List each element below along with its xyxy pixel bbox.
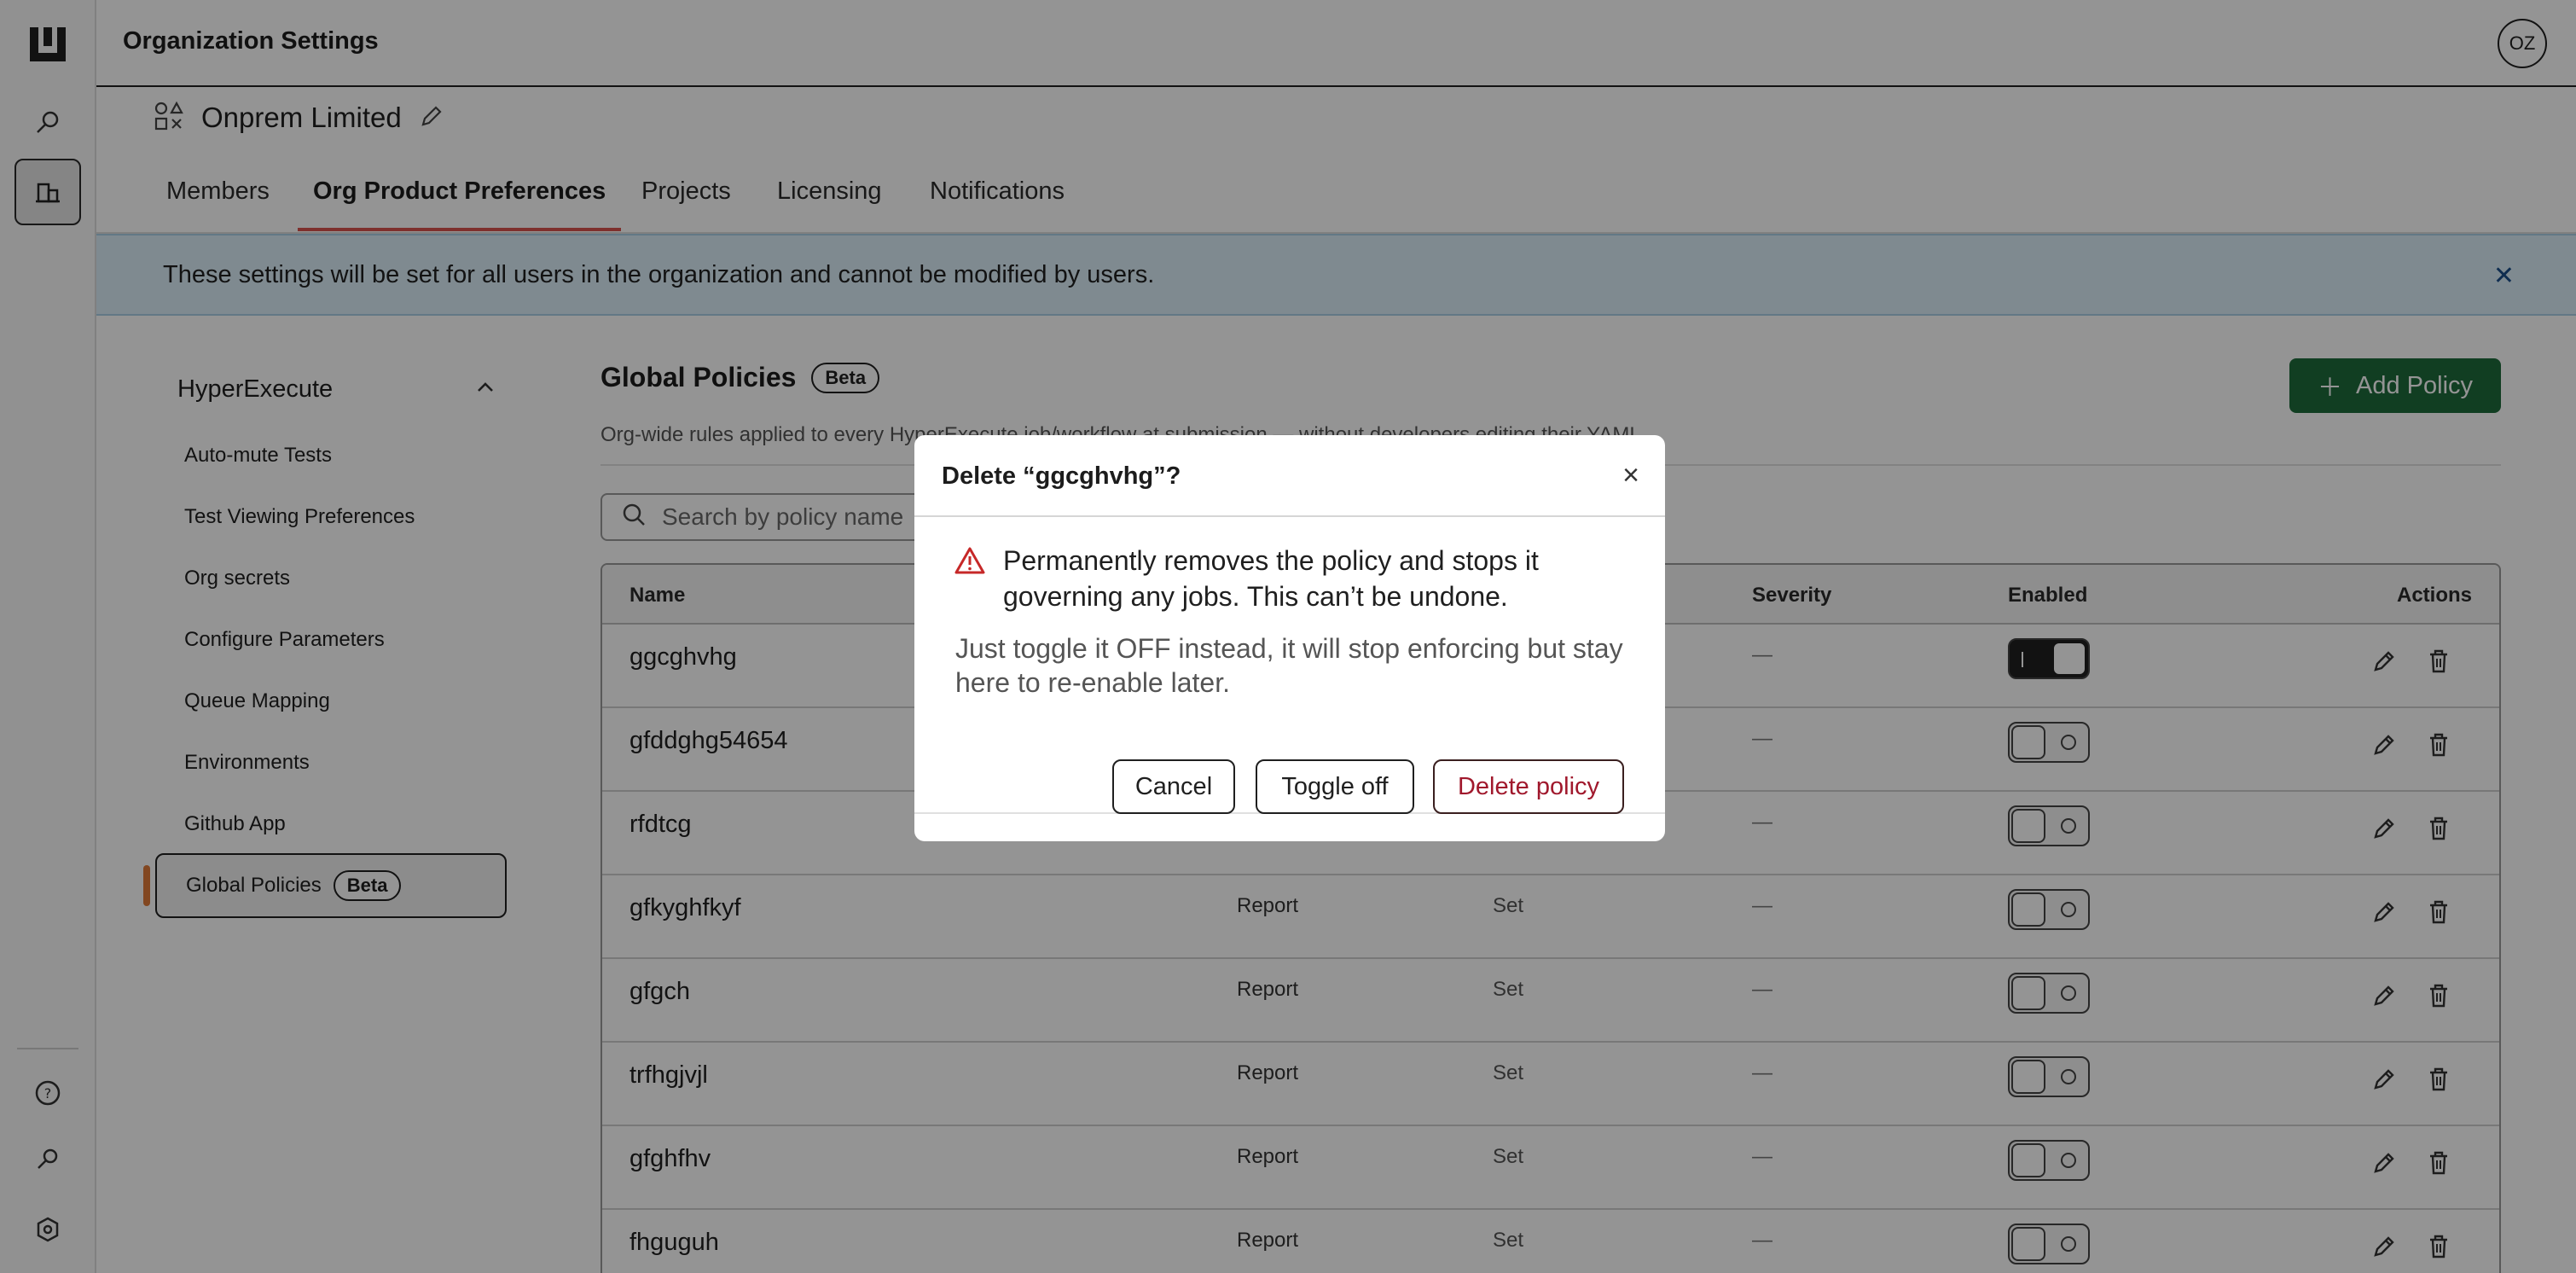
close-icon[interactable]: × [1622,459,1639,492]
warning-icon [954,546,986,579]
delete-policy-button[interactable]: Delete policy [1433,759,1624,814]
app-root: ? Organization Settings OZ Onprem Limite… [0,0,2576,1273]
dialog-header: Delete “ggcghvhg”? × [914,435,1665,517]
toggle-off-button[interactable]: Toggle off [1256,759,1414,814]
cancel-button[interactable]: Cancel [1112,759,1235,814]
delete-policy-dialog: Delete “ggcghvhg”? × Permanently removes… [914,435,1665,841]
dialog-hint-text: Just toggle it OFF instead, it will stop… [955,633,1623,698]
dialog-title: Delete “ggcghvhg”? [942,462,1181,490]
dialog-body: Permanently removes the policy and stops… [914,517,1665,814]
dialog-warning-text: Permanently removes the policy and stops… [1003,545,1539,612]
